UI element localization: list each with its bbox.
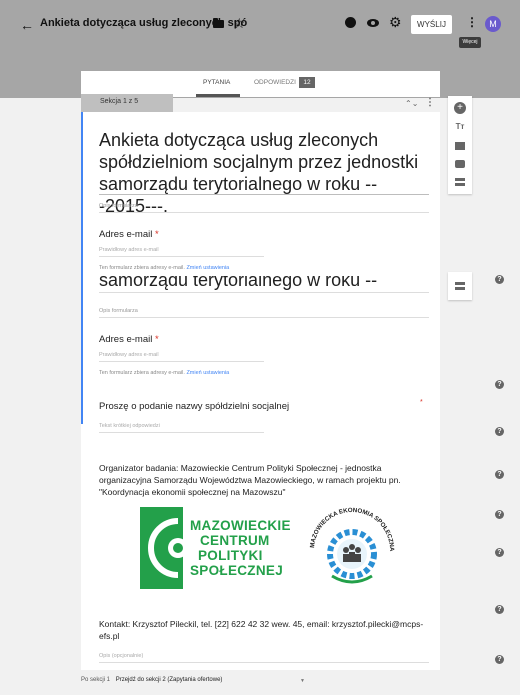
description-underline <box>99 212 429 213</box>
title-underline-repeat <box>99 292 429 293</box>
help-icon[interactable]: ? <box>495 605 504 614</box>
side-toolbox-repeat <box>448 272 472 300</box>
active-tab-indicator <box>196 94 240 97</box>
add-image-icon[interactable] <box>454 140 466 152</box>
organizer-text[interactable]: Organizator badania: Mazowieckie Centrum… <box>99 462 434 498</box>
help-icon[interactable]: ? <box>495 510 504 519</box>
required-star: * <box>420 399 423 406</box>
help-icon[interactable]: ? <box>495 655 504 664</box>
add-question-icon[interactable]: + <box>454 102 466 114</box>
mcps-line-3: POLITYKI <box>198 548 263 563</box>
short-answer-underline <box>99 432 264 433</box>
active-card-accent <box>81 112 83 424</box>
email-underline <box>99 256 264 257</box>
mcps-line-1: MAZOWIECKIE <box>190 518 291 533</box>
description-placeholder[interactable]: Opis formularza <box>99 203 138 209</box>
section-label-tab: Sekcja 1 z 5 <box>81 94 173 112</box>
after-section-navigation: Po sekcji 1 Przejdź do sekcji 2 (Zapytan… <box>81 677 222 683</box>
mcps-line-2: CENTRUM <box>200 533 270 548</box>
description-placeholder-repeat[interactable]: Opis formularza <box>99 308 138 314</box>
optional-description-underline <box>99 662 429 663</box>
email-placeholder[interactable]: Prawidłowy adres e-mail <box>99 247 159 253</box>
email-placeholder-repeat[interactable]: Prawidłowy adres e-mail <box>99 352 159 358</box>
question-title[interactable]: Proszę o podanie nazwy spółdzielni socja… <box>99 401 289 412</box>
form-title-repeat[interactable]: samorządu terytorialnego w roku ---2015-… <box>99 276 419 292</box>
short-answer-placeholder: Tekst krótkiej odpowiedzi <box>99 423 160 429</box>
email-label: Adres e-mail * <box>99 229 159 240</box>
help-icon[interactable]: ? <box>495 380 504 389</box>
preview-eye-icon[interactable] <box>367 19 379 27</box>
responses-count-badge: 12 <box>299 77 315 88</box>
mcps-line-4: SPOŁECZNEJ <box>190 563 284 578</box>
section-label: Sekcja 1 z 5 <box>100 98 139 105</box>
help-icon[interactable]: ? <box>495 470 504 479</box>
email-underline-repeat <box>99 361 264 362</box>
add-section-icon[interactable] <box>454 176 466 188</box>
description-underline-repeat <box>99 317 429 318</box>
section-content-card[interactable] <box>81 252 440 670</box>
email-collection-note: Ten formularz zbiera adresy e-mail. Zmie… <box>99 265 230 271</box>
help-icon[interactable]: ? <box>495 427 504 436</box>
optional-description-placeholder[interactable]: Opis (opcjonalnie) <box>99 653 143 659</box>
mcps-logo: MAZOWIECKIE CENTRUM POLITYKI SPOŁECZNEJ <box>140 507 297 589</box>
star-icon[interactable]: ☆ <box>233 15 246 32</box>
side-toolbox: + Tт <box>448 96 472 194</box>
folder-icon[interactable] <box>213 18 224 28</box>
collapse-icon[interactable]: ⌃⌄ <box>405 99 418 108</box>
section-more-icon[interactable]: ⋮ <box>425 97 435 108</box>
add-section-icon-repeat[interactable] <box>454 280 466 292</box>
more-tooltip: Więcej <box>459 37 481 48</box>
help-icon[interactable]: ? <box>495 275 504 284</box>
contact-text[interactable]: Kontakt: Krzysztof Pileckil, tel. [22] 6… <box>99 618 429 642</box>
dropdown-arrow-icon[interactable]: ▼ <box>300 678 305 684</box>
avatar[interactable]: M <box>485 16 501 32</box>
mes-logo: MAZOWIECKA EKONOMIA SPOŁECZNA <box>302 498 402 593</box>
arrow-left-icon[interactable]: ← <box>20 17 34 33</box>
palette-icon[interactable] <box>345 17 356 28</box>
email-collection-note-repeat: Ten formularz zbiera adresy e-mail. Zmie… <box>99 370 230 376</box>
title-underline <box>99 194 429 195</box>
change-settings-link[interactable]: Zmień ustawienia <box>186 265 229 271</box>
gear-icon[interactable]: ⚙ <box>389 14 402 31</box>
tab-responses[interactable]: ODPOWIEDZI <box>254 79 296 86</box>
mes-emblem: MAZOWIECKA EKONOMIA SPOŁECZNA <box>309 507 395 584</box>
tab-questions[interactable]: PYTANIA <box>203 79 230 86</box>
send-button[interactable]: WYŚLIJ <box>411 15 452 34</box>
add-title-icon[interactable]: Tт <box>454 121 466 133</box>
after-section-label: Po sekcji 1 <box>81 677 111 683</box>
email-label-repeat: Adres e-mail * <box>99 334 159 345</box>
form-title[interactable]: Ankieta dotycząca usług zleconych spółdz… <box>99 129 419 217</box>
add-video-icon[interactable] <box>454 158 466 170</box>
goto-section-select[interactable]: Przejdź do sekcji 2 (Zapytania ofertowe) <box>116 677 223 683</box>
more-vert-icon[interactable]: ⋮ <box>466 15 478 29</box>
help-icon[interactable]: ? <box>495 548 504 557</box>
change-settings-link-repeat[interactable]: Zmień ustawienia <box>186 370 229 376</box>
